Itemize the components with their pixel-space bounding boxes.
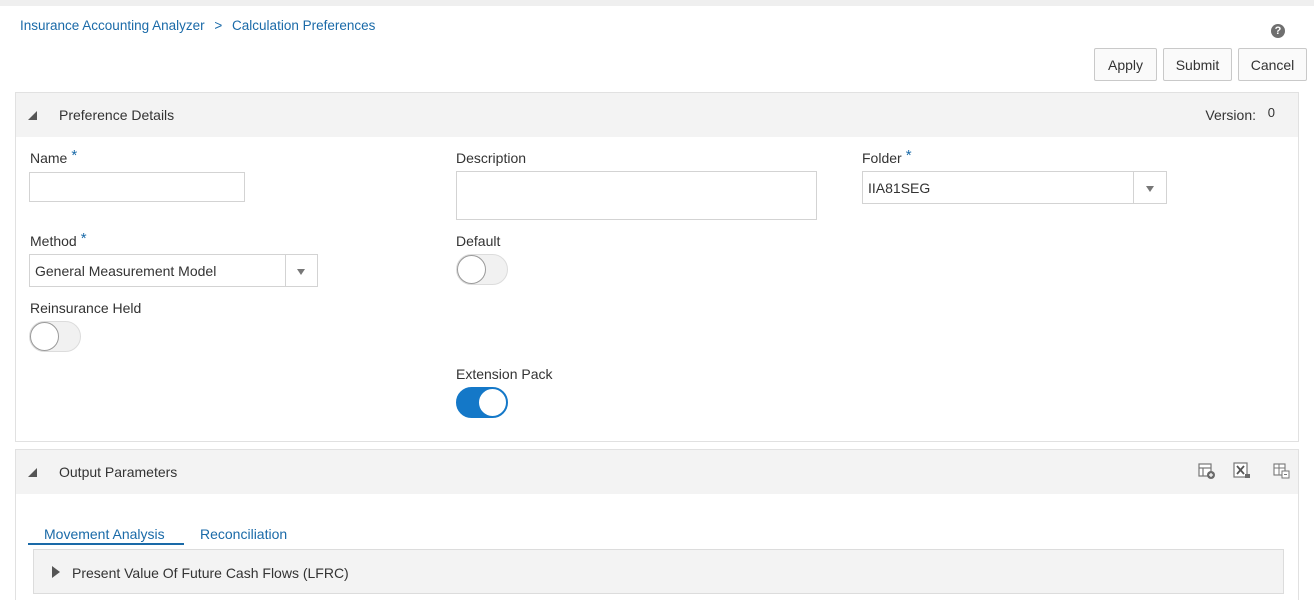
apply-button[interactable]: Apply — [1094, 48, 1157, 81]
section-title: Present Value Of Future Cash Flows (LFRC… — [72, 565, 349, 581]
collapse-triangle-icon[interactable] — [28, 111, 37, 120]
default-toggle[interactable] — [456, 254, 508, 285]
version-label: Version: — [1205, 107, 1256, 123]
preference-details-header[interactable]: Preference Details Version: 0 — [16, 93, 1298, 137]
output-parameters-header[interactable]: Output Parameters — [16, 450, 1298, 494]
panel-title: Output Parameters — [59, 464, 178, 480]
chevron-down-icon[interactable] — [1146, 186, 1154, 192]
breadcrumb-current[interactable]: Calculation Preferences — [232, 18, 375, 33]
tab-movement-analysis[interactable]: Movement Analysis — [44, 526, 165, 542]
breadcrumb: Insurance Accounting Analyzer > Calculat… — [20, 18, 375, 33]
name-input[interactable] — [29, 172, 245, 202]
required-asterisk: * — [80, 230, 87, 247]
panel-title: Preference Details — [59, 107, 175, 123]
breadcrumb-separator: > — [214, 18, 223, 33]
section-row-lfrc[interactable]: Present Value Of Future Cash Flows (LFRC… — [33, 549, 1284, 594]
reinsurance-held-toggle[interactable] — [29, 321, 81, 352]
submit-button[interactable]: Submit — [1163, 48, 1232, 81]
version-value: 0 — [1267, 105, 1275, 120]
toggle-knob — [457, 255, 486, 284]
select-separator — [1133, 172, 1134, 203]
table-settings-icon[interactable] — [1273, 462, 1291, 480]
extension-pack-label: Extension Pack — [456, 366, 553, 382]
add-table-icon[interactable] — [1198, 462, 1216, 480]
folder-select-value: IIA81SEG — [868, 180, 931, 196]
toggle-knob — [30, 322, 59, 351]
method-select-value: General Measurement Model — [35, 263, 217, 279]
top-strip — [0, 0, 1314, 6]
description-label: Description — [456, 150, 527, 166]
extension-pack-toggle[interactable] — [456, 387, 508, 418]
cancel-button[interactable]: Cancel — [1238, 48, 1307, 81]
collapse-triangle-icon[interactable] — [28, 468, 37, 477]
chevron-down-icon[interactable] — [297, 269, 305, 275]
required-asterisk: * — [905, 147, 912, 164]
method-label: Method * — [30, 230, 87, 249]
breadcrumb-root-link[interactable]: Insurance Accounting Analyzer — [20, 18, 205, 33]
folder-label: Folder * — [862, 147, 912, 166]
select-separator — [285, 255, 286, 286]
expand-triangle-icon[interactable] — [52, 566, 60, 578]
required-asterisk: * — [71, 147, 78, 164]
help-icon[interactable]: ? — [1271, 24, 1285, 38]
active-tab-indicator — [28, 543, 184, 545]
folder-select[interactable]: IIA81SEG — [862, 171, 1167, 204]
method-select[interactable]: General Measurement Model — [29, 254, 318, 287]
description-textarea[interactable] — [456, 171, 817, 220]
default-label: Default — [456, 233, 501, 249]
toggle-knob — [478, 388, 507, 417]
export-excel-icon[interactable] — [1233, 462, 1251, 480]
tab-reconciliation[interactable]: Reconciliation — [200, 526, 287, 542]
name-label: Name * — [30, 147, 78, 166]
reinsurance-held-label: Reinsurance Held — [30, 300, 142, 316]
